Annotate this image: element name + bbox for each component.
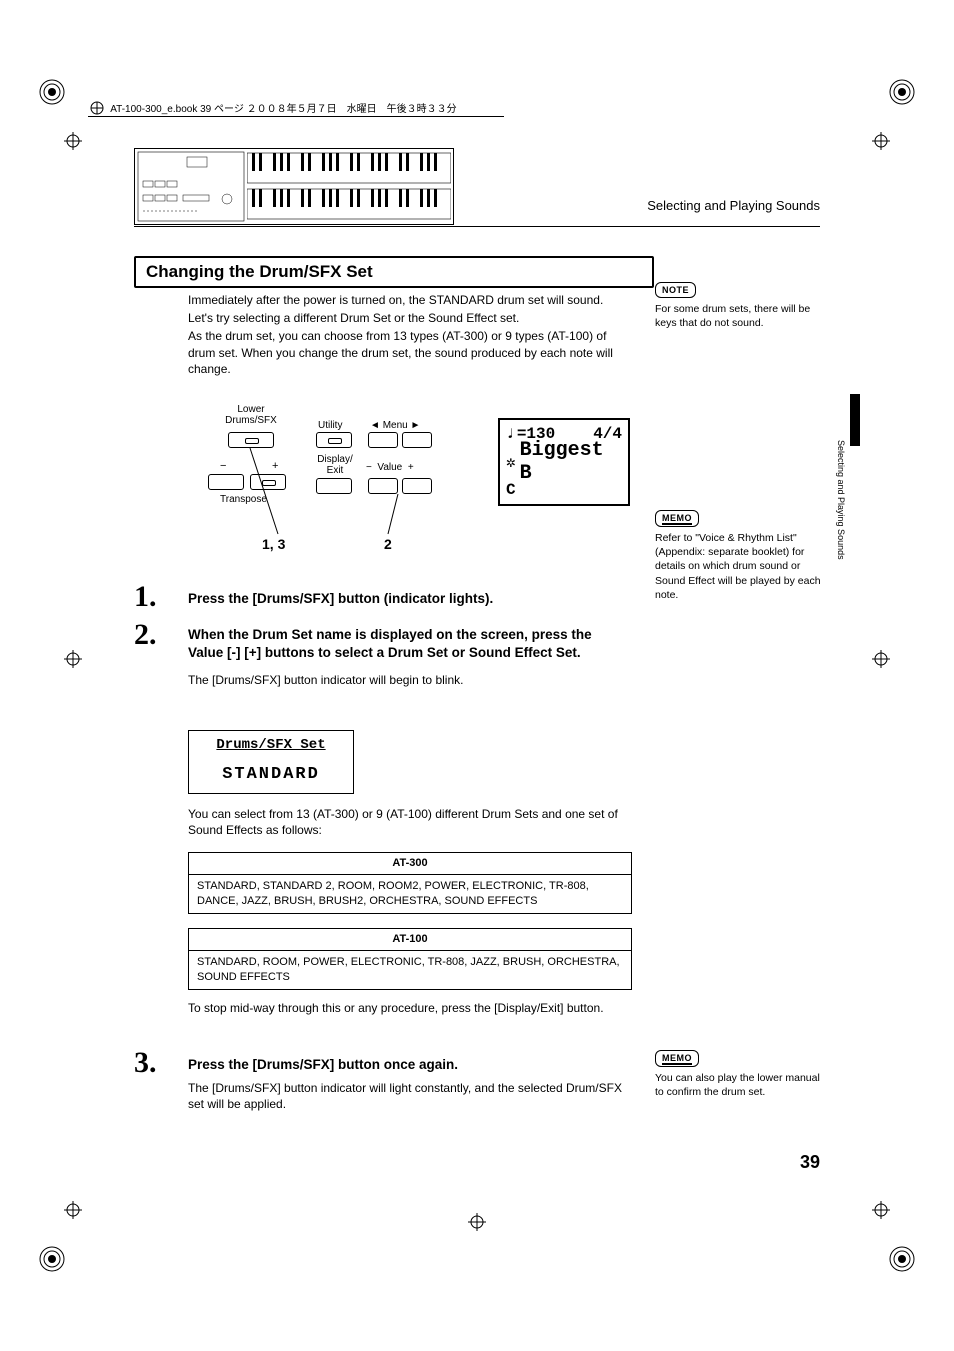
crop-rosette-icon xyxy=(38,1245,66,1273)
step-3-body: The [Drums/SFX] button indicator will li… xyxy=(188,1080,630,1112)
keyboard-icon xyxy=(247,151,451,222)
transpose-minus-button-icon xyxy=(208,474,244,490)
registration-mark-icon xyxy=(872,132,890,150)
side-running-head: Selecting and Playing Sounds xyxy=(836,440,846,560)
drumset-lcd: Drums/SFX Set STANDARD xyxy=(188,730,354,794)
intro-line: Let's try selecting a different Drum Set… xyxy=(188,310,630,326)
memo-badge: MEMO xyxy=(655,1050,699,1067)
label-utility: Utility xyxy=(318,420,342,431)
memo-badge: MEMO xyxy=(655,510,699,527)
page-number: 39 xyxy=(800,1152,820,1173)
memo-text: You can also play the lower manual to co… xyxy=(655,1071,830,1099)
note-text: For some drum sets, there will be keys t… xyxy=(655,302,830,330)
instrument-illustration xyxy=(134,148,454,225)
registration-mark-icon xyxy=(872,650,890,668)
value-minus-button-icon xyxy=(368,478,398,494)
lcd-screen: ♩ =130 4/4 ✲ Biggest B C xyxy=(498,418,630,506)
drums-sfx-button-icon xyxy=(228,432,274,448)
header-rule xyxy=(88,116,504,117)
menu-right-button-icon xyxy=(402,432,432,448)
registration-mark-icon xyxy=(872,1201,890,1219)
step-number: 3. xyxy=(134,1046,157,1080)
intro-paragraph: Immediately after the power is turned on… xyxy=(188,292,630,377)
callout-2: 2 xyxy=(384,536,392,552)
lcd-patch-name: Biggest B xyxy=(520,439,622,485)
crop-rosette-icon xyxy=(38,78,66,106)
table-at100-items: STANDARD, ROOM, POWER, ELECTRONIC, TR-80… xyxy=(189,951,631,989)
display-exit-button-icon xyxy=(316,478,352,494)
note-block: NOTE For some drum sets, there will be k… xyxy=(655,282,830,330)
intro-line: As the drum set, you can choose from 13 … xyxy=(188,328,630,377)
manual-page: AT-100-300_e.book 39 ページ ２００８年５月７日 水曜日 午… xyxy=(0,0,954,1351)
crop-rosette-icon xyxy=(888,1245,916,1273)
registration-mark-icon xyxy=(64,1201,82,1219)
note-badge: NOTE xyxy=(655,282,696,298)
step-2-body: The [Drums/SFX] button indicator will be… xyxy=(188,672,630,688)
loop-icon: ✲ xyxy=(506,452,516,472)
control-panel-figure: Lower Drums/SFX − + Transpose Utility ◄ … xyxy=(188,398,630,566)
instrument-panel-icon xyxy=(137,151,245,222)
label-display-exit: Display/ Exit xyxy=(312,454,358,476)
label-transpose: Transpose xyxy=(220,494,267,505)
memo-text: Refer to "Voice & Rhythm List" (Appendix… xyxy=(655,531,830,602)
table-at300: AT-300 STANDARD, STANDARD 2, ROOM, ROOM2… xyxy=(188,852,632,914)
utility-button-icon xyxy=(316,432,352,448)
section-thumb-tab xyxy=(850,394,860,446)
intro-line: Immediately after the power is turned on… xyxy=(188,292,630,308)
arrow-left-icon: ◄ xyxy=(370,420,380,431)
memo-block: MEMO Refer to "Voice & Rhythm List" (App… xyxy=(655,510,830,602)
header-underline xyxy=(134,226,820,227)
step-3: Press the [Drums/SFX] button once again.… xyxy=(188,1056,630,1113)
tempo-note-icon: ♩ xyxy=(506,424,517,444)
registration-mark-icon xyxy=(64,132,82,150)
table-at100-title: AT-100 xyxy=(189,929,631,951)
step-3-head: Press the [Drums/SFX] button once again. xyxy=(188,1056,630,1074)
registration-mark-icon xyxy=(64,650,82,668)
crop-rosette-icon xyxy=(888,78,916,106)
table-at300-title: AT-300 xyxy=(189,853,631,875)
label-minus: − xyxy=(220,460,226,472)
stop-text: To stop mid-way through this or any proc… xyxy=(188,1000,630,1016)
value-plus-button-icon xyxy=(402,478,432,494)
print-header-text: AT-100-300_e.book 39 ページ ２００８年５月７日 水曜日 午… xyxy=(110,104,456,115)
sets-intro: You can select from 13 (AT-300) or 9 (AT… xyxy=(188,806,630,838)
step-1-head: Press the [Drums/SFX] button (indicator … xyxy=(188,590,630,608)
label-lower-drums: Lower Drums/SFX xyxy=(216,404,286,426)
menu-left-button-icon xyxy=(368,432,398,448)
table-at300-items: STANDARD, STANDARD 2, ROOM, ROOM2, POWER… xyxy=(189,875,631,913)
step-number: 1. xyxy=(134,580,157,614)
step-number: 2. xyxy=(134,618,157,652)
callout-1-3: 1, 3 xyxy=(262,536,285,552)
registration-mark-icon xyxy=(468,1213,486,1231)
arrow-right-icon: ► xyxy=(410,420,420,431)
step-2-head: When the Drum Set name is displayed on t… xyxy=(188,626,630,662)
section-heading: Changing the Drum/SFX Set xyxy=(134,256,654,288)
drumset-lcd-value: STANDARD xyxy=(189,765,353,784)
step-2: When the Drum Set name is displayed on t… xyxy=(188,626,630,689)
label-plus: + xyxy=(272,460,278,472)
step-1: Press the [Drums/SFX] button (indicator … xyxy=(188,590,630,608)
drumset-lcd-title: Drums/SFX Set xyxy=(189,737,353,753)
table-at100: AT-100 STANDARD, ROOM, POWER, ELECTRONIC… xyxy=(188,928,632,990)
page-breadcrumb: Selecting and Playing Sounds xyxy=(647,198,820,213)
memo-block: MEMO You can also play the lower manual … xyxy=(655,1050,830,1099)
label-value: − Value + xyxy=(366,462,414,473)
transpose-plus-button-icon xyxy=(250,474,286,490)
label-menu: ◄ Menu ► xyxy=(370,420,420,431)
lcd-chord: C xyxy=(506,481,516,499)
